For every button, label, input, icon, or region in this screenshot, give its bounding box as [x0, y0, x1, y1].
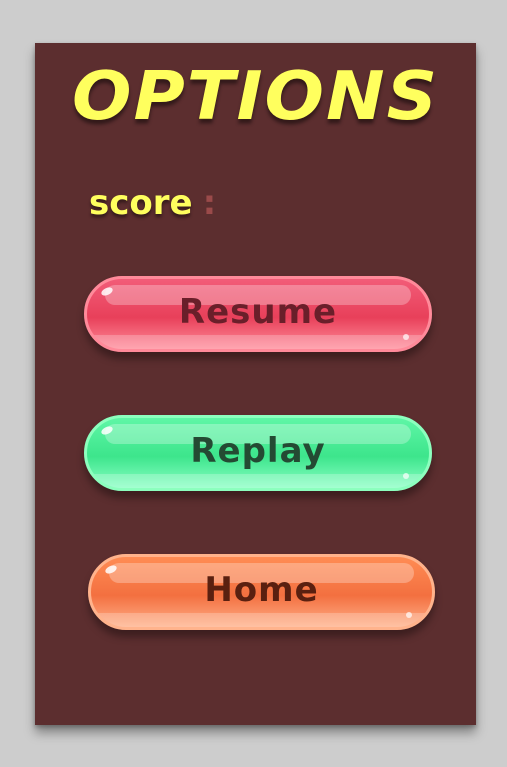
score-label: score — [89, 183, 193, 223]
gloss-spark — [403, 334, 409, 340]
gloss-highlight — [104, 563, 118, 576]
options-panel: OPTIONS score: Resume Replay Home — [35, 43, 476, 725]
replay-button[interactable]: Replay — [84, 415, 432, 491]
home-button-label: Home — [204, 570, 319, 610]
gloss-highlight — [100, 424, 114, 437]
score-row: score: — [89, 183, 216, 223]
gloss-highlight — [100, 285, 114, 298]
home-button[interactable]: Home — [88, 554, 435, 630]
score-separator: : — [202, 183, 217, 223]
replay-button-label: Replay — [190, 431, 326, 471]
resume-button-label: Resume — [178, 292, 338, 332]
gloss-spark — [406, 612, 412, 618]
resume-button[interactable]: Resume — [84, 276, 432, 352]
options-title: OPTIONS — [71, 57, 440, 135]
gloss-spark — [403, 473, 409, 479]
